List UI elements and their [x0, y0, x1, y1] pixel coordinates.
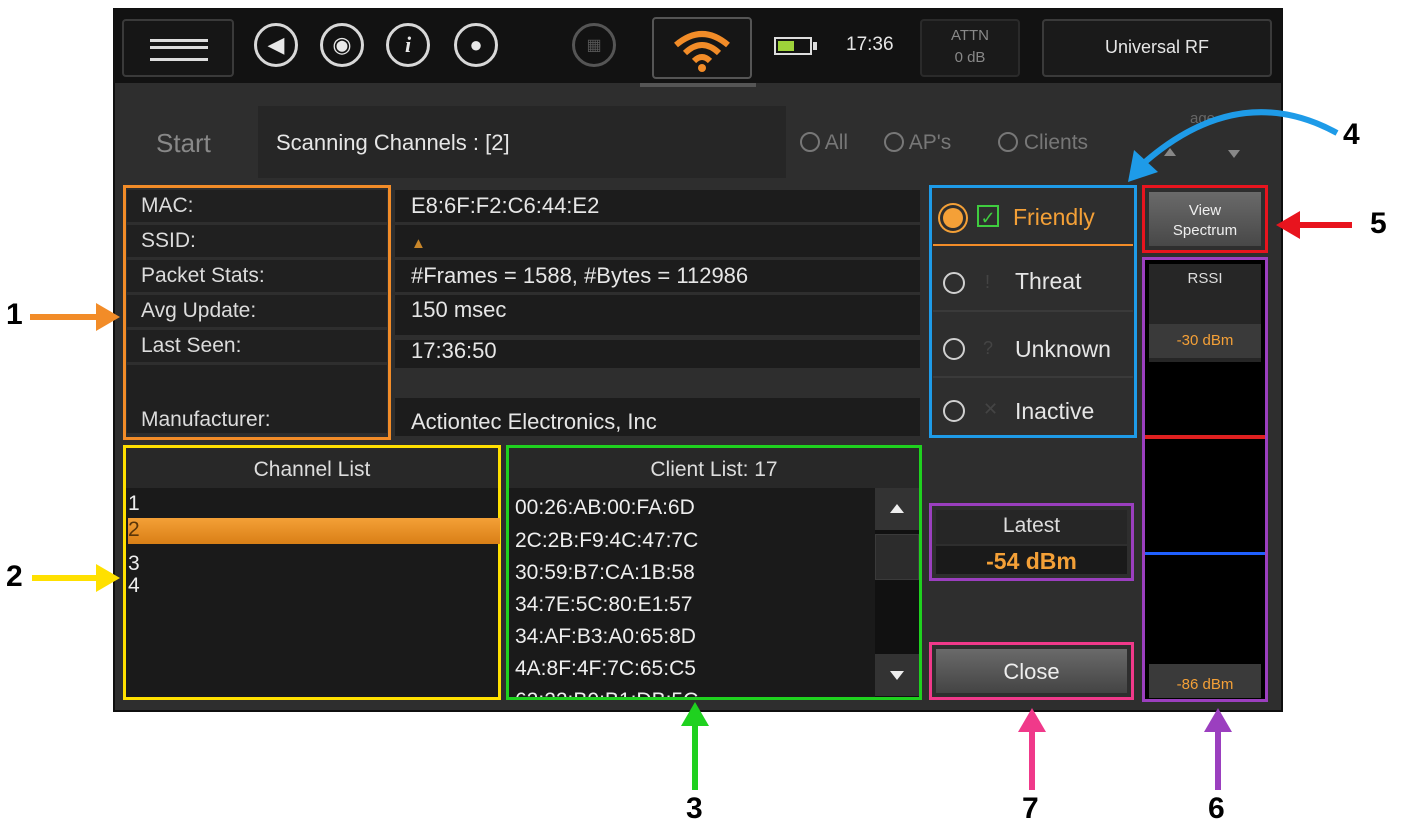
arrow-4: [1128, 109, 1339, 182]
annotation-6: 6: [1208, 792, 1225, 825]
annotation-7: 7: [1022, 792, 1039, 825]
arrow-2: [32, 564, 120, 592]
arrow-5: [1276, 211, 1352, 239]
arrow-1: [30, 303, 120, 331]
annotation-4: 4: [1343, 118, 1360, 151]
annotation-5: 5: [1370, 207, 1387, 240]
arrow-3: [681, 702, 709, 790]
arrow-6: [1204, 708, 1232, 790]
annotation-3: 3: [686, 792, 703, 825]
arrow-7: [1018, 708, 1046, 790]
annotation-1: 1: [6, 298, 23, 331]
annotation-overlay: [30, 109, 1352, 790]
annotation-2: 2: [6, 560, 23, 593]
